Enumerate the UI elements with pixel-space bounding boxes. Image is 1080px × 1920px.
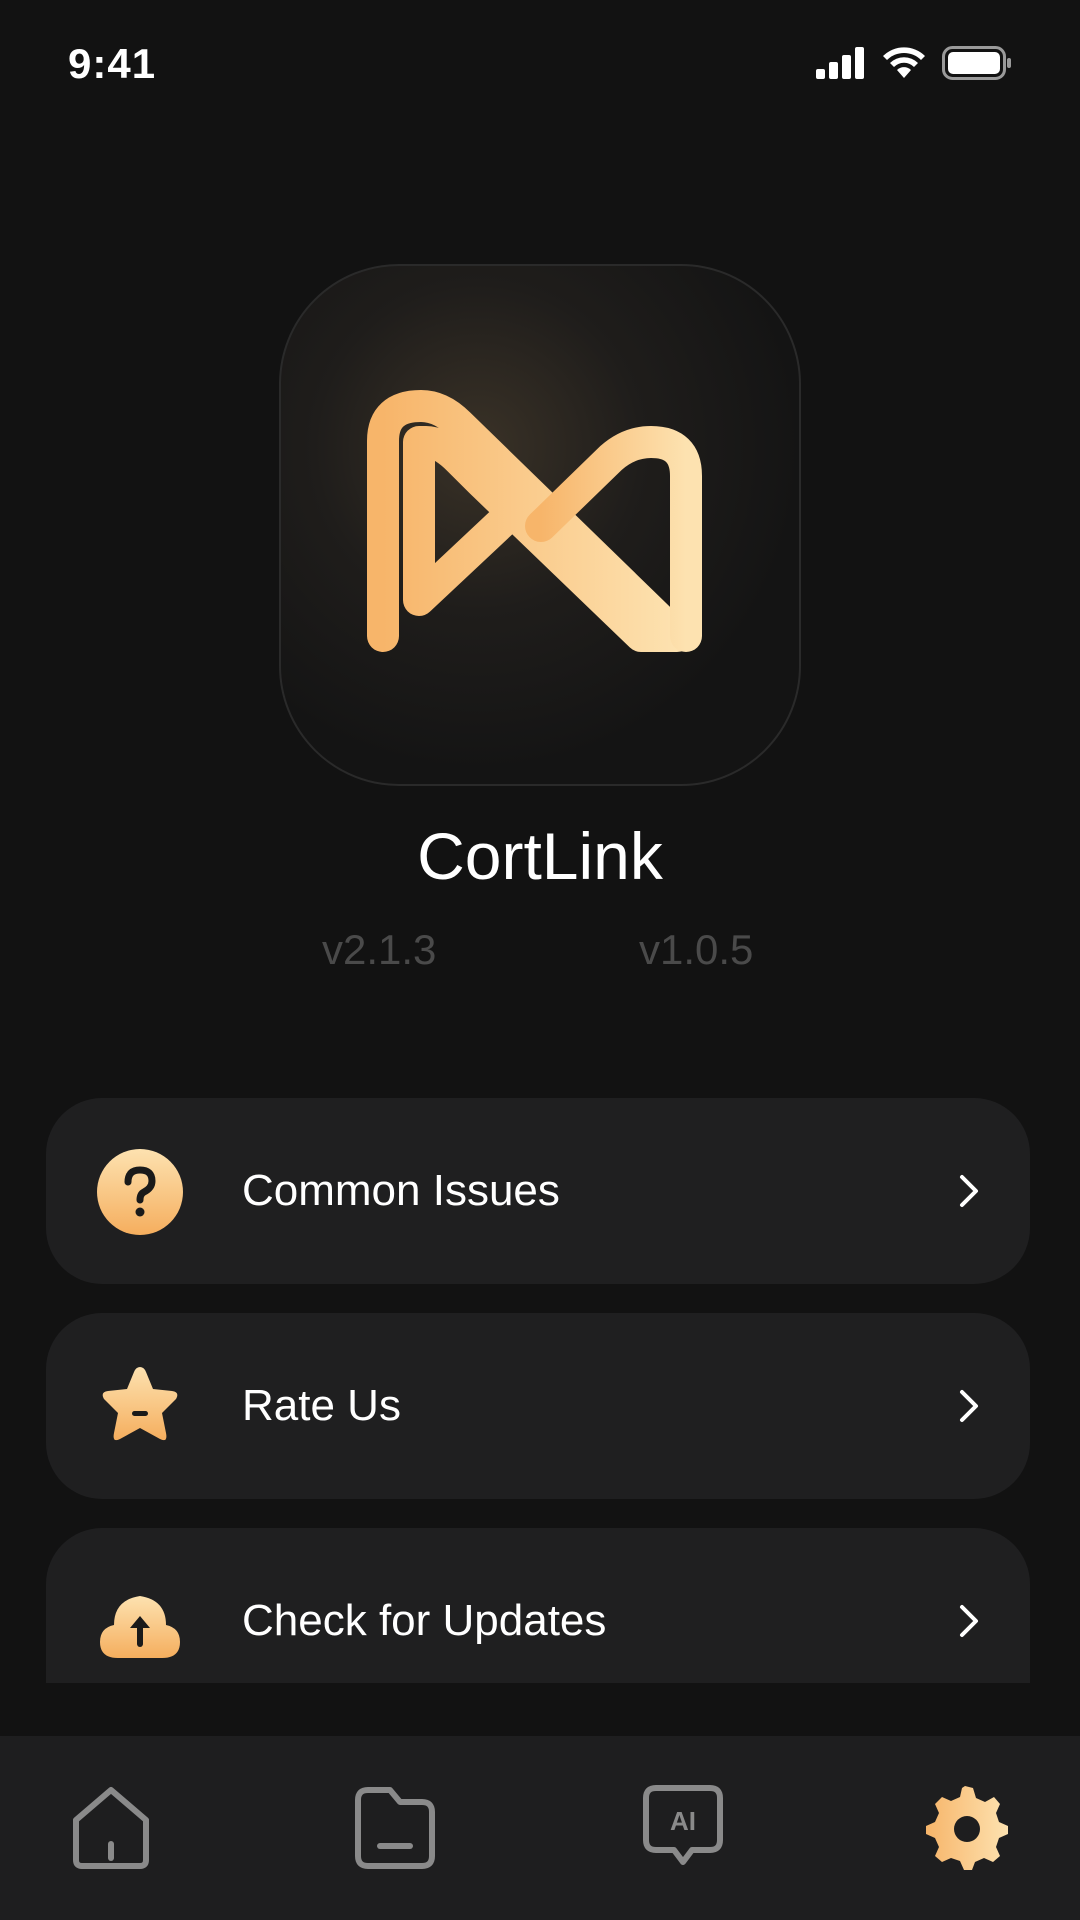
menu-label-rate-us: Rate Us <box>242 1381 401 1430</box>
app-logo <box>279 264 801 786</box>
status-bar: 9:41 <box>0 0 1080 132</box>
status-time: 9:41 <box>68 40 157 87</box>
app-name: CortLink <box>417 819 663 893</box>
version-left: v2.1.3 <box>322 926 437 973</box>
chevron-right-icon <box>960 1175 978 1207</box>
menu-item-check-for-updates[interactable]: Check for Updates <box>46 1528 1030 1683</box>
folder-icon[interactable] <box>350 1782 440 1872</box>
svg-text:AI: AI <box>670 1806 696 1836</box>
menu-label-check-for-updates: Check for Updates <box>242 1596 607 1645</box>
ai-chat-icon[interactable]: AI <box>638 1782 728 1872</box>
bottom-tab-bar: AI <box>0 1736 1080 1920</box>
wifi-icon <box>883 47 925 78</box>
menu-label-common-issues: Common Issues <box>242 1166 560 1215</box>
question-icon <box>97 1149 183 1235</box>
version-right: v1.0.5 <box>639 926 754 973</box>
cloud-upload-icon <box>100 1596 180 1658</box>
menu-item-rate-us[interactable]: Rate Us <box>46 1313 1030 1499</box>
battery-icon <box>942 46 1011 80</box>
status-icons <box>816 46 1012 80</box>
menu-item-common-issues[interactable]: Common Issues <box>46 1098 1030 1284</box>
chevron-right-icon <box>960 1605 978 1637</box>
home-icon[interactable] <box>66 1782 156 1872</box>
signal-icon <box>816 47 864 79</box>
chevron-right-icon <box>960 1390 978 1422</box>
gear-icon[interactable] <box>920 1782 1010 1872</box>
star-icon <box>102 1367 178 1441</box>
cortlink-logo-icon <box>367 390 702 652</box>
